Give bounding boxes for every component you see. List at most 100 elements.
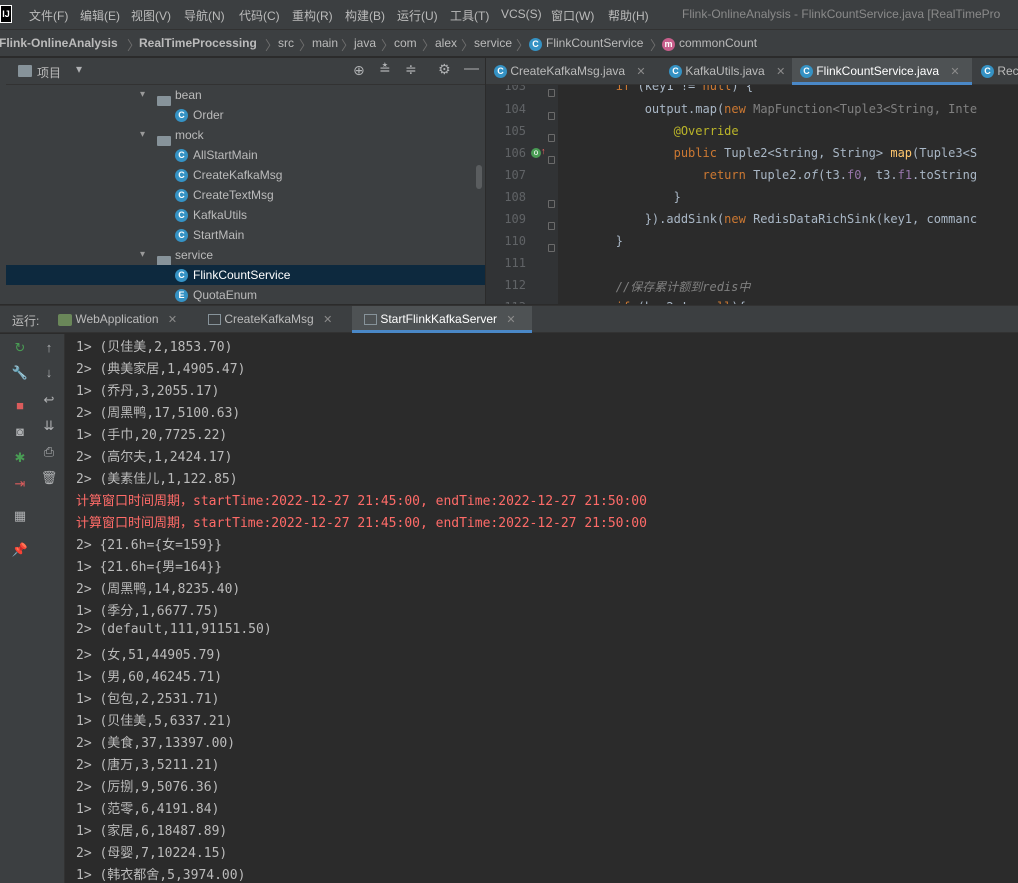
gear-icon[interactable]: ⚙ <box>438 61 451 78</box>
menu-tools[interactable]: 工具(T) <box>450 7 489 24</box>
menu-run[interactable]: 运行(U) <box>397 7 438 24</box>
tree-item-order[interactable]: C Order <box>6 105 485 125</box>
breadcrumb-method[interactable]: commonCount <box>679 36 757 50</box>
chevron-right-icon: 〉 <box>516 38 530 53</box>
breadcrumb-service[interactable]: service <box>474 36 512 50</box>
tree-item-flinkcountservice[interactable]: C FlinkCountService <box>6 265 485 285</box>
code-line: } <box>558 190 681 204</box>
tree-label: CreateKafkaMsg <box>193 168 283 182</box>
close-icon[interactable]: ✕ <box>636 66 645 78</box>
run-tab-webapplication[interactable]: WebApplication ✕ <box>58 306 196 333</box>
code-line: output.map(new MapFunction<Tuple3<String… <box>558 102 978 116</box>
class-icon: C <box>175 189 188 202</box>
tree-item-kafkautils[interactable]: C KafkaUtils <box>6 205 485 225</box>
close-icon[interactable]: ✕ <box>506 314 515 326</box>
tab-flinkcountservice[interactable]: C FlinkCountService.java ✕ <box>792 58 972 85</box>
breadcrumb-java[interactable]: java <box>354 36 376 50</box>
project-panel-title[interactable]: 项目 <box>37 64 61 81</box>
menu-view[interactable]: 视图(V) <box>131 7 171 24</box>
tab-createkafkamsg[interactable]: C CreateKafkaMsg.java ✕ <box>486 58 660 85</box>
pin-icon[interactable]: 📌 <box>11 541 29 559</box>
breadcrumb-module[interactable]: RealTimeProcessing <box>139 36 257 50</box>
scroll-to-end-icon[interactable]: ⇊ <box>40 417 58 435</box>
breadcrumb-alex[interactable]: alex <box>435 36 457 50</box>
debug-icon[interactable]: ✱ <box>11 449 29 467</box>
tree-label: KafkaUtils <box>193 208 248 222</box>
tree-folder-mock[interactable]: ▾ mock <box>6 125 485 146</box>
print-icon[interactable]: ⎙ <box>40 443 58 461</box>
tree-folder-service[interactable]: ▾ service <box>6 245 485 266</box>
layout-icon[interactable]: ▦ <box>11 507 29 525</box>
tree-item-startmain[interactable]: C StartMain <box>6 225 485 245</box>
run-panel-label: 运行: <box>12 314 40 328</box>
close-icon[interactable]: ✕ <box>168 314 177 326</box>
chevron-down-icon[interactable]: ▾ <box>76 62 82 76</box>
code-line: return Tuple2.of(t3.f0, t3.f1.toString <box>702 168 978 182</box>
menu-window[interactable]: 窗口(W) <box>551 7 594 24</box>
collapse-all-icon[interactable]: ≑ <box>405 61 417 78</box>
locate-icon[interactable]: ⊕ <box>353 62 365 79</box>
chevron-down-icon[interactable]: ▾ <box>140 245 145 265</box>
wrench-icon[interactable]: 🔧 <box>11 364 29 382</box>
override-icon[interactable]: o <box>531 148 541 158</box>
expand-all-icon[interactable]: ≛ <box>379 61 391 78</box>
menu-help[interactable]: 帮助(H) <box>608 7 649 24</box>
exit-icon[interactable]: ⇥ <box>11 475 29 493</box>
breadcrumb-com[interactable]: com <box>394 36 417 50</box>
menu-build[interactable]: 构建(B) <box>345 7 385 24</box>
code-editor[interactable]: if (key1 != null) { output.map(new MapFu… <box>558 85 1018 304</box>
tree-item-createtextmsg[interactable]: C CreateTextMsg <box>6 185 485 205</box>
stop-icon[interactable]: ■ <box>11 397 29 415</box>
class-icon: C <box>669 65 682 79</box>
menu-bar: IJ 文件(F) 编辑(E) 视图(V) 导航(N) 代码(C) 重构(R) 构… <box>0 0 1018 30</box>
chevron-right-icon: 〉 <box>381 38 395 53</box>
tree-item-createkafkamsg[interactable]: C CreateKafkaMsg <box>6 165 485 185</box>
fold-marker-icon[interactable] <box>548 200 555 208</box>
tree-folder-bean[interactable]: ▾ bean <box>6 85 485 106</box>
breadcrumb-project[interactable]: Flink-OnlineAnalysis <box>0 36 118 50</box>
tree-item-allstartmain[interactable]: C AllStartMain <box>6 145 485 165</box>
breadcrumb-main[interactable]: main <box>312 36 338 50</box>
close-icon[interactable]: ✕ <box>323 314 332 326</box>
menu-code[interactable]: 代码(C) <box>239 7 280 24</box>
run-tab-createkafkamsg[interactable]: CreateKafkaMsg ✕ <box>208 306 348 333</box>
intellij-logo-icon: IJ <box>0 5 12 23</box>
fold-marker-icon[interactable] <box>548 222 555 230</box>
menu-navigate[interactable]: 导航(N) <box>184 7 225 24</box>
tab-rec[interactable]: C Rec <box>973 58 1018 85</box>
tree-label: FlinkCountService <box>193 268 291 282</box>
run-toolbar: ↻ ↑ 🔧 ↓ ■ ↩ ◙ ⇊ ✱ ⎙ ⇥ 🗑 ▦ 📌 <box>0 334 65 883</box>
tree-label: service <box>175 248 214 262</box>
fold-marker-icon[interactable] <box>548 89 555 97</box>
console-line: 1> (贝佳美,2,1853.70) <box>76 340 233 355</box>
run-tab-startflinkkafkaserver[interactable]: StartFlinkKafkaServer ✕ <box>352 306 532 333</box>
console-line: 2> (唐万,3,5211.21) <box>76 758 220 773</box>
trash-icon[interactable]: 🗑 <box>40 469 58 487</box>
soft-wrap-icon[interactable]: ↩ <box>40 391 58 409</box>
fold-marker-icon[interactable] <box>548 134 555 142</box>
menu-file[interactable]: 文件(F) <box>29 7 68 24</box>
tab-kafkautils[interactable]: C KafkaUtils.java ✕ <box>661 58 791 85</box>
menu-edit[interactable]: 编辑(E) <box>80 7 120 24</box>
minimize-icon[interactable]: — <box>464 60 479 77</box>
arrow-up-icon[interactable]: ↑ <box>40 339 58 357</box>
tree-item-quotaenum[interactable]: E QuotaEnum <box>6 285 485 304</box>
arrow-down-icon[interactable]: ↓ <box>40 364 58 382</box>
fold-marker-icon[interactable] <box>548 156 555 164</box>
camera-icon[interactable]: ◙ <box>11 423 29 441</box>
menu-refactor[interactable]: 重构(R) <box>292 7 333 24</box>
close-icon[interactable]: ✕ <box>776 66 785 78</box>
fold-marker-icon[interactable] <box>548 112 555 120</box>
menu-vcs[interactable]: VCS(S) <box>501 7 542 21</box>
console-output[interactable]: 1> (贝佳美,2,1853.70) 2> (典美家居,1,4905.47) 1… <box>66 334 1018 883</box>
class-icon: C <box>175 209 188 222</box>
chevron-down-icon[interactable]: ▾ <box>140 125 145 145</box>
tree-scrollbar[interactable] <box>476 165 482 189</box>
breadcrumb-src[interactable]: src <box>278 36 294 50</box>
breadcrumb-class[interactable]: FlinkCountService <box>546 36 643 50</box>
close-icon[interactable]: ✕ <box>950 66 959 78</box>
fold-marker-icon[interactable] <box>548 244 555 252</box>
console-line: 1> (贝佳美,5,6337.21) <box>76 714 233 729</box>
rerun-icon[interactable]: ↻ <box>11 339 29 357</box>
chevron-down-icon[interactable]: ▾ <box>140 85 145 105</box>
